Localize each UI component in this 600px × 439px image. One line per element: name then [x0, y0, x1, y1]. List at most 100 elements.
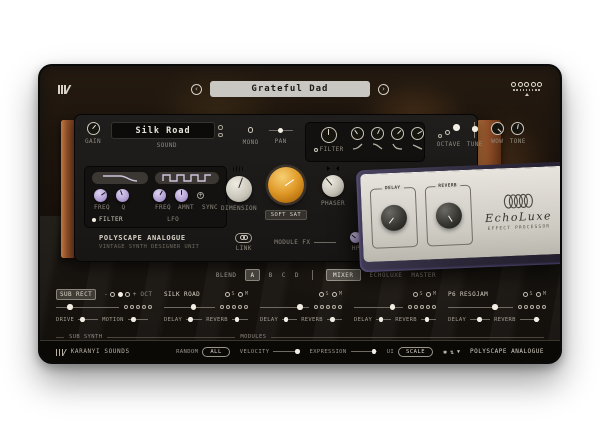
- filter-freq-knob[interactable]: [94, 189, 107, 202]
- lfo-freq-knob[interactable]: [153, 189, 166, 202]
- pan-label: PAN: [275, 138, 287, 145]
- mute-icon[interactable]: [536, 292, 541, 297]
- ui-scale-button[interactable]: SCALE: [398, 347, 433, 357]
- strip4-solo-button[interactable]: S: [413, 291, 423, 297]
- gain-knob[interactable]: [87, 122, 100, 135]
- step-up-icon[interactable]: [218, 125, 223, 130]
- filter-toggle[interactable]: [314, 148, 318, 152]
- strip5-reverb-slider[interactable]: [520, 319, 540, 320]
- oct-plus[interactable]: +: [133, 291, 137, 298]
- wood-rail-left: [61, 120, 75, 258]
- divider-line: [271, 337, 544, 338]
- next-preset-button[interactable]: ›: [378, 84, 389, 95]
- phaser-knob[interactable]: [322, 175, 344, 197]
- filter-shape-button[interactable]: [92, 172, 148, 184]
- preset-display[interactable]: Grateful Dad: [210, 81, 370, 97]
- random-all-button[interactable]: ALL: [202, 347, 229, 357]
- strip5-mute-button[interactable]: M: [536, 291, 546, 297]
- strip5-solo-button[interactable]: S: [523, 291, 533, 297]
- sound-display[interactable]: Silk Road: [111, 122, 215, 139]
- velocity-slider[interactable]: [273, 351, 299, 352]
- pan-slider[interactable]: [269, 130, 293, 131]
- echoluxe-delay-knob[interactable]: [380, 204, 407, 231]
- filter-box: FILTER: [305, 122, 425, 162]
- filter-on-dot[interactable]: [92, 218, 96, 222]
- strip4-mute-button[interactable]: M: [426, 291, 436, 297]
- wow-knob[interactable]: [491, 122, 504, 135]
- strip5-name[interactable]: P6 RESOJAM: [448, 291, 488, 298]
- dimension-knob[interactable]: [226, 176, 252, 202]
- strip2-reverb-slider[interactable]: [232, 319, 248, 320]
- soft-sat-knob[interactable]: [268, 167, 304, 203]
- module-fx-line: [314, 242, 336, 243]
- filter-type-4-knob[interactable]: [411, 127, 424, 140]
- strip1-octave-selector[interactable]: - +: [104, 291, 136, 298]
- solo-icon[interactable]: [413, 292, 418, 297]
- echoluxe-reverb-section: REVERB: [425, 184, 473, 246]
- mono-toggle[interactable]: [248, 127, 254, 133]
- strip2-level-slider[interactable]: [164, 307, 215, 308]
- settings-icon[interactable]: ✱: [443, 348, 447, 356]
- tab-blend-a[interactable]: A: [245, 269, 259, 281]
- strip4-reverb-slider[interactable]: [421, 319, 436, 320]
- filter-q-knob[interactable]: [116, 189, 129, 202]
- filter-type-3-knob[interactable]: [391, 127, 404, 140]
- strip1-drive-slider[interactable]: [78, 319, 98, 320]
- tab-blend-d[interactable]: D: [295, 272, 299, 279]
- filter-lfo-panel: + FREQ Q FREQ AMNT SYNC FILTER LFO: [84, 166, 227, 228]
- oct-minus[interactable]: -: [104, 291, 108, 298]
- strip3-delay-slider[interactable]: [282, 319, 297, 320]
- resize-icon[interactable]: ⇅: [450, 348, 454, 356]
- slope-up-icon: [352, 143, 363, 150]
- strip2-mute-button[interactable]: M: [238, 291, 248, 297]
- phaser-icon: [325, 165, 341, 172]
- wow-section: WOW: [491, 122, 504, 145]
- soft-sat-section: SOFT SAT: [263, 164, 309, 220]
- strip1-motion-slider[interactable]: [128, 319, 148, 320]
- step-down-icon[interactable]: [218, 133, 223, 138]
- solo-icon[interactable]: [225, 292, 230, 297]
- mute-icon[interactable]: [238, 292, 243, 297]
- strip1-level-slider[interactable]: [56, 307, 119, 308]
- mute-icon[interactable]: [426, 292, 431, 297]
- strip-4: S M DELAY REVERB: [354, 289, 448, 329]
- strip3-solo-button[interactable]: S: [319, 291, 329, 297]
- tune-slider[interactable]: [474, 122, 475, 138]
- filter-type-1-knob[interactable]: [351, 127, 364, 140]
- expression-slider[interactable]: [351, 351, 377, 352]
- octave-selector[interactable]: [438, 124, 460, 138]
- strip4-level-slider[interactable]: [354, 307, 403, 308]
- solo-icon[interactable]: [319, 292, 324, 297]
- strip3-reverb-slider[interactable]: [327, 319, 342, 320]
- lfo-sync-button[interactable]: +: [197, 192, 204, 199]
- strip2-solo-button[interactable]: S: [225, 291, 235, 297]
- solo-icon[interactable]: [523, 292, 528, 297]
- tab-master[interactable]: MASTER: [411, 272, 436, 279]
- strip5-level-slider[interactable]: [448, 307, 513, 308]
- sound-stepper[interactable]: [218, 125, 223, 139]
- filter-type-2-knob[interactable]: [371, 127, 384, 140]
- strip4-delay-slider[interactable]: [376, 319, 391, 320]
- dropdown-icon[interactable]: ▼: [457, 349, 460, 355]
- strip1-drive-label: DRIVE: [56, 317, 74, 323]
- tab-echoluxe[interactable]: ECHOLUXE: [370, 272, 403, 279]
- lfo-amount-knob[interactable]: [175, 189, 188, 202]
- tone-knob[interactable]: [511, 122, 524, 135]
- lfo-shape-button[interactable]: [155, 172, 219, 184]
- tab-blend-b[interactable]: B: [269, 272, 273, 279]
- strip3-level-slider[interactable]: [260, 307, 309, 308]
- tab-mixer[interactable]: MIXER: [326, 269, 361, 281]
- prev-preset-button[interactable]: ‹: [191, 84, 202, 95]
- dimension-waves-icon: [230, 165, 248, 173]
- strip1-name[interactable]: SUB RECT: [56, 289, 96, 300]
- mute-icon[interactable]: [332, 292, 337, 297]
- strip3-mute-button[interactable]: M: [332, 291, 342, 297]
- strip2-delay-slider[interactable]: [186, 319, 202, 320]
- echoluxe-reverb-knob[interactable]: [435, 202, 462, 229]
- strip5-delay-slider[interactable]: [470, 319, 490, 320]
- link-icon[interactable]: [235, 233, 252, 243]
- strip2-name[interactable]: SILK ROAD: [164, 291, 200, 298]
- tab-blend-c[interactable]: C: [282, 272, 286, 279]
- mono-section: MONO: [243, 122, 259, 146]
- filter-knob[interactable]: [321, 127, 337, 143]
